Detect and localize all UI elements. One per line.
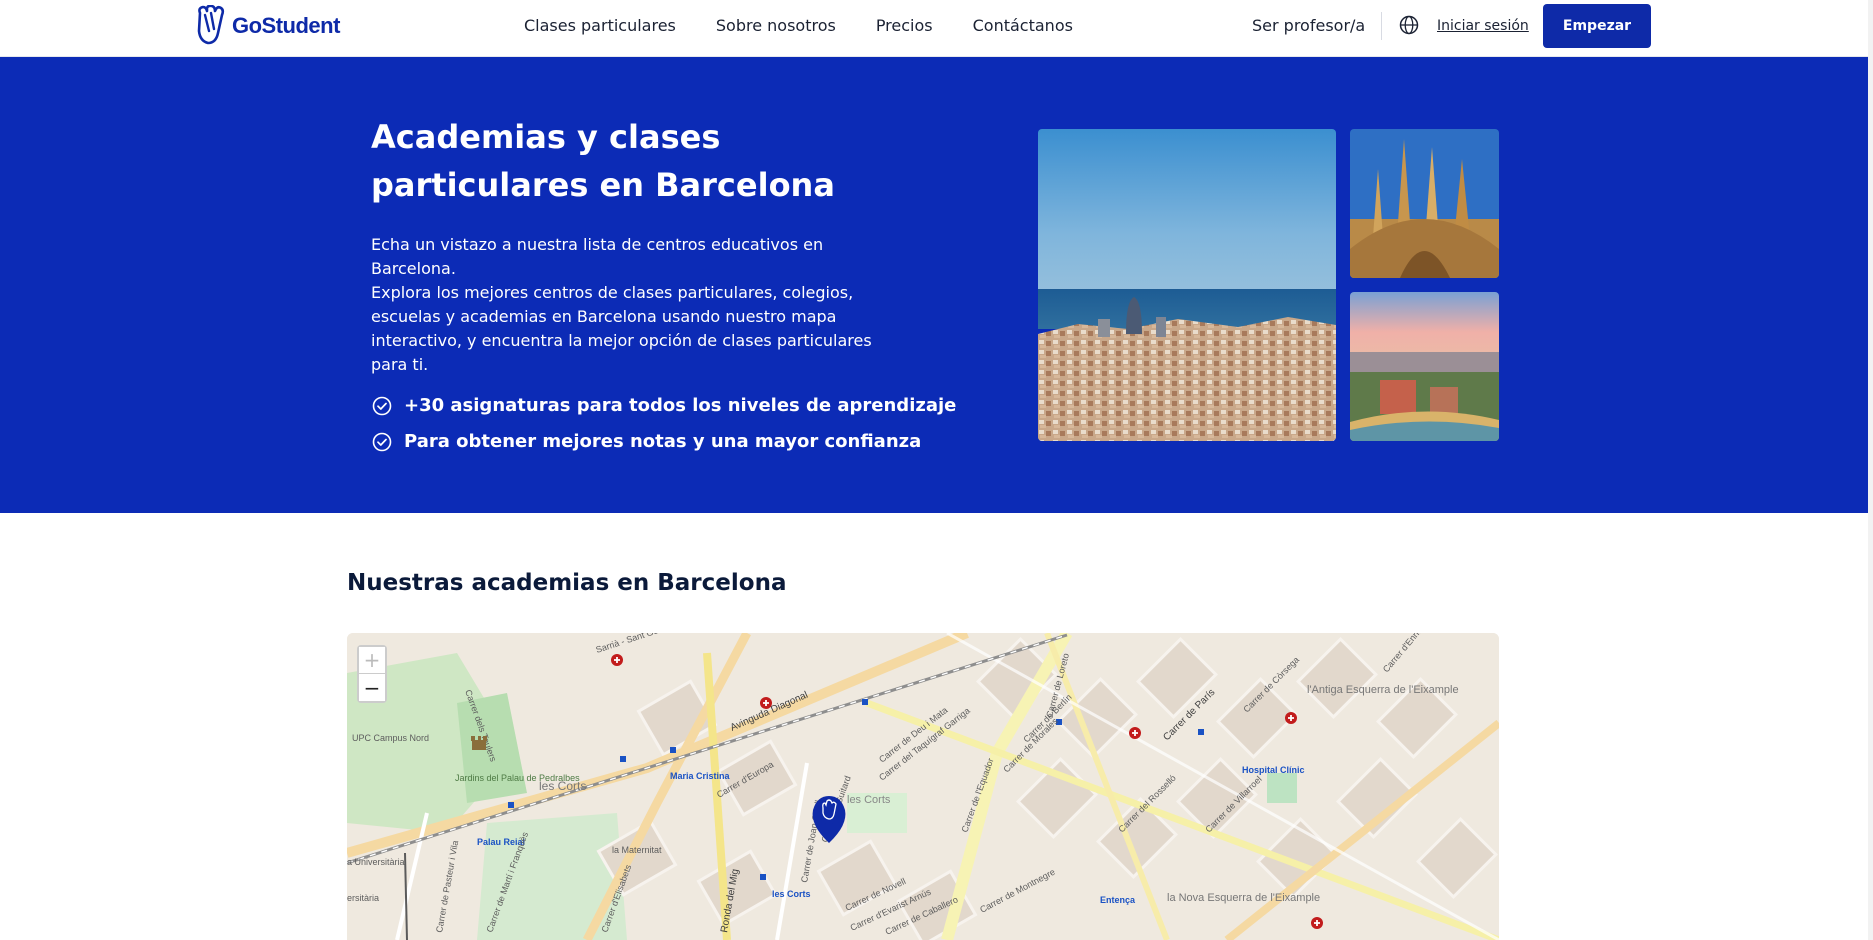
hero-section: Academias y clases particulares en Barce… <box>0 57 1868 513</box>
login-link[interactable]: Iniciar sesión <box>1437 18 1529 34</box>
check-circle-icon <box>372 396 392 415</box>
zoom-out-button[interactable]: − <box>359 674 385 701</box>
feature-item: Para obtener mejores notas y una mayor c… <box>372 431 921 452</box>
gostudent-logo[interactable]: GoStudent <box>194 5 340 47</box>
hospital-marker-icon[interactable] <box>611 654 623 666</box>
academias-map[interactable]: Sarrià - Sant Gervasi Avinguda Diagonal … <box>347 633 1499 940</box>
hospital-marker-icon[interactable] <box>1129 727 1141 739</box>
hand-logo-icon <box>197 5 225 45</box>
hero-description: Echa un vistazo a nuestra lista de centr… <box>371 233 911 377</box>
sagrada-familia-image <box>1350 129 1499 278</box>
feature-label: +30 asignaturas para todos los niveles d… <box>404 395 957 416</box>
map-label: l'Antiga Esquerra de l'Eixample <box>1307 684 1459 696</box>
hero-description-line-1: Echa un vistazo a nuestra lista de centr… <box>371 235 824 278</box>
zoom-in-button[interactable]: + <box>359 647 385 674</box>
scrollbar[interactable] <box>1868 0 1873 940</box>
top-navigation: GoStudent Clases particulares Sobre noso… <box>0 0 1868 57</box>
park-guell-image <box>1350 292 1499 441</box>
map-label: Entença <box>1100 895 1136 905</box>
academias-section-title: Nuestras academias en Barcelona <box>347 570 787 596</box>
main-nav: Clases particulares Sobre nosotros Preci… <box>524 16 1073 35</box>
map-label: les Corts <box>539 779 586 793</box>
start-button[interactable]: Empezar <box>1543 4 1651 48</box>
map-label: les Corts <box>847 794 891 806</box>
nav-sobre-nosotros[interactable]: Sobre nosotros <box>716 16 836 35</box>
map-label: UPC Campus Nord <box>352 733 429 743</box>
map-label: a Universitària <box>347 857 405 867</box>
hospital-marker-icon[interactable] <box>760 697 772 709</box>
castle-icon <box>471 736 487 750</box>
hospital-marker-icon[interactable] <box>1311 917 1323 929</box>
header-divider <box>1381 12 1382 40</box>
check-circle-icon <box>372 432 392 451</box>
hospital-marker-icon[interactable] <box>1285 712 1297 724</box>
nav-clases-particulares[interactable]: Clases particulares <box>524 16 676 35</box>
barcelona-skyline-image <box>1038 129 1336 441</box>
map-label: la Maternitat <box>612 845 662 855</box>
nav-precios[interactable]: Precios <box>876 16 933 35</box>
feature-item: +30 asignaturas para todos los niveles d… <box>372 395 956 416</box>
map-zoom-controls: + − <box>357 645 387 703</box>
brand-name: GoStudent <box>232 13 340 38</box>
map-label: Maria Cristina <box>670 771 731 781</box>
globe-icon[interactable] <box>1399 15 1419 39</box>
map-label: la Nova Esquerra de l'Eixample <box>1167 892 1320 904</box>
map-label: Hospital Clínic <box>1242 765 1305 775</box>
feature-label: Para obtener mejores notas y una mayor c… <box>404 431 922 452</box>
nav-contactanos[interactable]: Contáctanos <box>973 16 1073 35</box>
page-title: Academias y clases particulares en Barce… <box>371 118 835 204</box>
map-label: ersitària <box>347 893 379 903</box>
hero-description-line-2: Explora los mejores centros de clases pa… <box>371 283 872 374</box>
map-label: les Corts <box>772 889 811 899</box>
become-teacher-link[interactable]: Ser profesor/a <box>1252 16 1365 35</box>
